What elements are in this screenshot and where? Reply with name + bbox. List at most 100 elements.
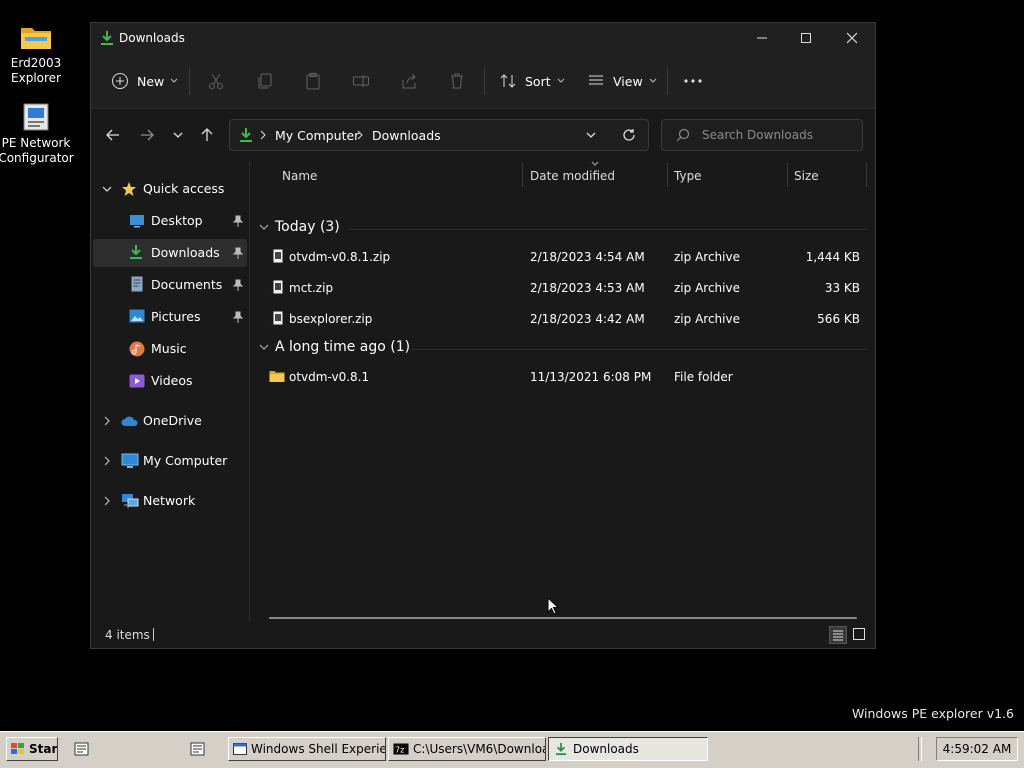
file-name: otvdm-v0.8.1.zip <box>289 250 391 264</box>
file-name: otvdm-v0.8.1 <box>289 370 370 384</box>
taskbar-button-label: Downloads <box>573 742 639 756</box>
arrow-right-icon <box>140 128 154 142</box>
more-options-button[interactable] <box>683 69 703 93</box>
view-button[interactable]: View <box>587 69 657 93</box>
trash-icon <box>448 72 466 90</box>
column-divider[interactable] <box>866 163 867 187</box>
file-date: 2/18/2023 4:54 AM <box>530 250 645 264</box>
up-button[interactable] <box>195 123 219 147</box>
share-button[interactable] <box>400 69 418 93</box>
sidebar-item-videos[interactable]: Videos <box>93 367 247 395</box>
details-view-button[interactable] <box>829 626 847 644</box>
sidebar-item-downloads[interactable]: Downloads <box>93 239 247 267</box>
chevron-down-icon <box>173 131 183 139</box>
chevron-down-icon <box>102 185 112 193</box>
column-divider[interactable] <box>667 163 668 187</box>
group-label: A long time ago (1) <box>275 339 411 355</box>
taskbar-button-shell-experience[interactable]: Windows Shell Experienc... <box>228 737 386 761</box>
column-divider[interactable] <box>522 163 523 187</box>
pin-icon[interactable] <box>233 279 243 291</box>
column-header-date-modified[interactable]: Date modified <box>530 169 615 183</box>
folder-icon <box>19 20 53 54</box>
view-label: View <box>613 73 643 89</box>
refresh-button[interactable] <box>622 128 636 142</box>
sidebar-item-documents[interactable]: Documents <box>93 271 247 299</box>
close-button[interactable] <box>829 23 875 53</box>
forward-button[interactable] <box>135 123 159 147</box>
file-row[interactable]: otvdm-v0.8.1 11/13/2021 6:08 PM File fol… <box>269 363 867 391</box>
column-header-name[interactable]: Name <box>282 169 317 183</box>
cut-button[interactable] <box>207 69 225 93</box>
pin-icon[interactable] <box>233 247 243 259</box>
file-row[interactable]: mct.zip 2/18/2023 4:53 AM zip Archive 33… <box>269 274 867 302</box>
details-view-icon <box>830 627 846 643</box>
desktop-icon-erd2003-explorer[interactable]: Erd2003 Explorer <box>0 20 76 86</box>
quick-launch-icon[interactable] <box>190 741 206 757</box>
sidebar-item-music[interactable]: Music <box>93 335 247 363</box>
sidebar-item-quick-access[interactable]: Quick access <box>93 175 247 203</box>
command-bar: New Sort View <box>91 55 875 109</box>
maximize-button[interactable] <box>783 23 829 53</box>
file-type: zip Archive <box>674 281 740 295</box>
navigation-row: My Computer Downloads Search Downloads <box>91 109 875 161</box>
address-dropdown-button[interactable] <box>586 131 596 139</box>
windows-logo-icon <box>10 742 26 756</box>
column-headers: Name Date modified Type Size <box>251 161 875 191</box>
share-icon <box>400 72 418 90</box>
column-header-size[interactable]: Size <box>794 169 819 183</box>
start-button[interactable]: Start <box>6 737 58 761</box>
file-date: 2/18/2023 4:53 AM <box>530 281 645 295</box>
quick-launch-icon[interactable] <box>74 741 90 757</box>
group-divider <box>411 349 867 350</box>
sidebar-item-pictures[interactable]: Pictures <box>93 303 247 331</box>
network-config-icon <box>19 100 53 134</box>
chevron-down-icon <box>170 78 178 84</box>
sidebar-item-onedrive[interactable]: OneDrive <box>93 407 247 435</box>
chevron-right-icon <box>104 416 110 426</box>
taskbar-button-label: Windows Shell Experienc... <box>251 742 385 756</box>
minimize-button[interactable] <box>739 23 785 53</box>
column-header-type[interactable]: Type <box>674 169 702 183</box>
group-header-long-time-ago[interactable]: A long time ago (1) <box>259 339 410 355</box>
file-row[interactable]: otvdm-v0.8.1.zip 2/18/2023 4:54 AM zip A… <box>269 243 867 271</box>
breadcrumb-my-computer[interactable]: My Computer <box>275 128 359 143</box>
new-button[interactable]: New <box>111 69 178 93</box>
group-header-today[interactable]: Today (3) <box>259 219 340 235</box>
7zip-icon: 7z <box>393 743 409 755</box>
download-icon <box>555 742 567 756</box>
sidebar-label: Pictures <box>151 309 201 324</box>
paste-button[interactable] <box>304 69 322 93</box>
tiles-view-button[interactable] <box>851 626 869 644</box>
taskbar-button-7zip[interactable]: 7z C:\Users\VM6\Download... <box>388 737 546 761</box>
sidebar-item-desktop[interactable]: Desktop <box>93 207 247 235</box>
sort-button[interactable]: Sort <box>499 69 565 93</box>
column-divider[interactable] <box>787 163 788 187</box>
address-bar[interactable]: My Computer Downloads <box>229 119 649 151</box>
navigation-pane: Quick access Desktop Downloads Documents… <box>91 161 250 621</box>
pictures-icon <box>129 309 145 323</box>
sort-label: Sort <box>525 73 551 89</box>
pin-icon[interactable] <box>233 311 243 323</box>
sidebar-item-network[interactable]: Network <box>93 487 247 515</box>
breadcrumb-downloads[interactable]: Downloads <box>372 128 441 143</box>
search-box[interactable]: Search Downloads <box>661 119 863 151</box>
delete-button[interactable] <box>448 69 466 93</box>
sort-indicator-icon <box>591 161 599 166</box>
file-name: bsexplorer.zip <box>289 312 373 326</box>
horizontal-scrollbar[interactable] <box>269 617 857 619</box>
pin-icon[interactable] <box>233 215 243 227</box>
recent-locations-button[interactable] <box>166 123 190 147</box>
desktop-icon-pe-network-configurator[interactable]: PE Network Configurator <box>0 100 76 166</box>
zip-icon <box>269 311 283 325</box>
sidebar-item-my-computer[interactable]: My Computer <box>93 447 247 475</box>
file-date: 11/13/2021 6:08 PM <box>530 370 652 384</box>
title-bar[interactable]: Downloads <box>91 23 875 55</box>
taskbar-button-downloads[interactable]: Downloads <box>548 737 708 761</box>
rename-button[interactable] <box>352 69 370 93</box>
file-row[interactable]: bsexplorer.zip 2/18/2023 4:42 AM zip Arc… <box>269 305 867 333</box>
taskbar-clock[interactable]: 4:59:02 AM <box>936 737 1018 761</box>
back-button[interactable] <box>101 123 125 147</box>
zip-icon <box>269 280 283 294</box>
chevron-right-icon <box>357 130 363 140</box>
copy-button[interactable] <box>256 69 274 93</box>
